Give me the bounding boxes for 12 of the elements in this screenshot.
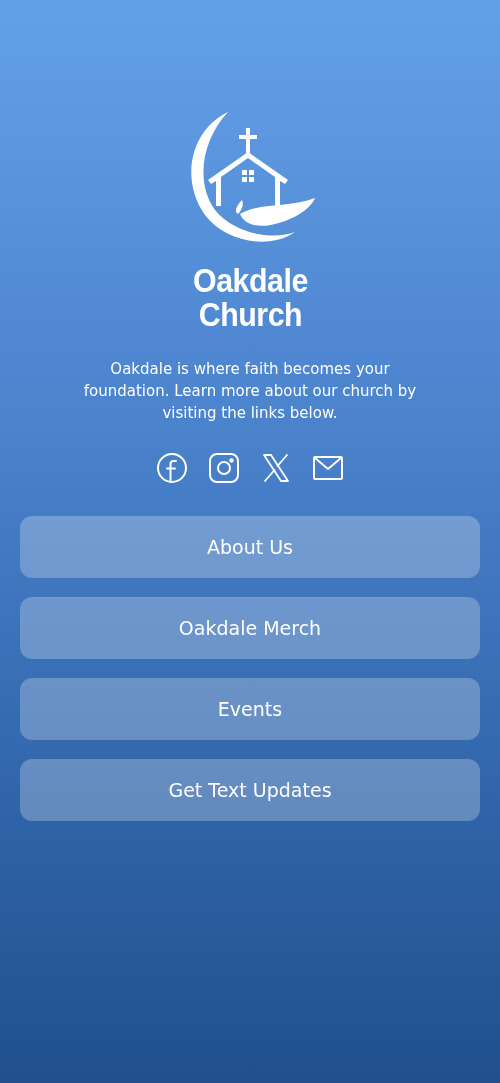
- instagram-icon: [208, 452, 240, 484]
- link-button[interactable]: Oakdale Merch: [20, 597, 480, 659]
- church-name: Oakdale Church: [192, 264, 308, 332]
- facebook-icon: [156, 452, 188, 484]
- social-link[interactable]: [156, 452, 188, 484]
- link-button[interactable]: Events: [20, 678, 480, 740]
- link-button[interactable]: Get Text Updates: [20, 759, 480, 821]
- link-button[interactable]: About Us: [20, 516, 480, 578]
- social-link[interactable]: [260, 452, 292, 484]
- description-text: Oakdale is where faith becomes your foundation. Learn more about our church by visiting the links below.: [82, 359, 418, 424]
- x-icon: [260, 452, 292, 484]
- social-link[interactable]: [208, 452, 240, 484]
